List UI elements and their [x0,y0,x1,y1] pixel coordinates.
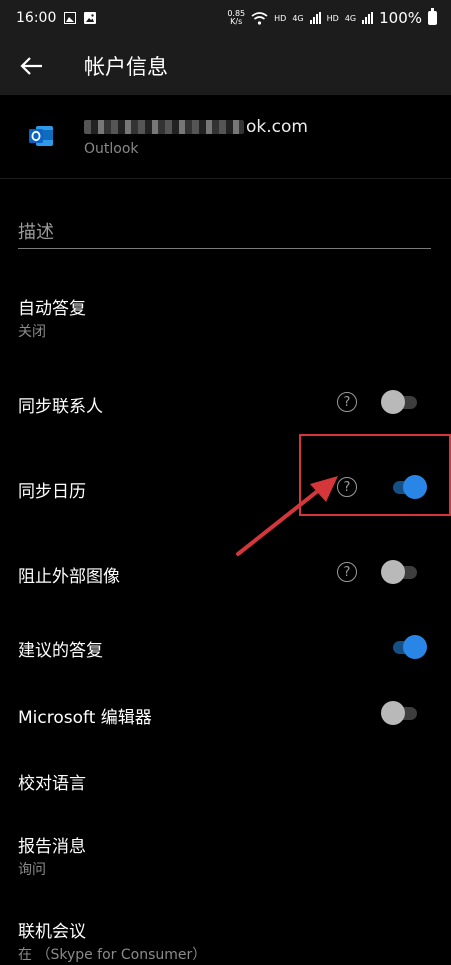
block-images-row: 阻止外部图像 ? [0,550,451,594]
online-meeting-label: 联机会议 [18,922,86,942]
status-time: 16:00 [16,10,57,26]
annotation-arrow-icon [236,476,338,556]
signal-icon-2 [362,12,374,24]
wifi-icon [251,11,268,25]
account-type: Outlook [84,141,139,157]
hd-badge-1: HD [274,13,287,23]
page-title: 帐户信息 [84,54,168,79]
auto-reply-value: 关闭 [18,324,46,340]
battery-icon [428,8,437,25]
suggested-replies-label: 建议的答复 [18,641,103,661]
report-message-label: 报告消息 [18,837,86,857]
report-message-row[interactable]: 报告消息 询问 [0,828,451,886]
account-header: ok.com Outlook [0,95,451,179]
sync-contacts-row: 同步联系人 ? [0,380,451,424]
proofing-language-row[interactable]: 校对语言 [0,757,451,801]
suggested-replies-row: 建议的答复 [0,626,451,670]
editor-toggle[interactable] [381,701,419,725]
sync-contacts-label: 同步联系人 [18,397,103,417]
battery-percent: 100% [379,9,422,27]
online-meeting-value: 在 （Skype for Consumer） [18,947,207,963]
suggested-replies-toggle[interactable] [389,635,427,659]
block-images-label: 阻止外部图像 [18,567,120,587]
account-email: ok.com [84,117,308,137]
online-meeting-row[interactable]: 联机会议 在 （Skype for Consumer） [0,913,451,965]
description-field[interactable]: 描述 [18,218,431,249]
help-icon[interactable]: ? [337,562,357,582]
auto-reply-row[interactable]: 自动答复 关闭 [0,290,451,348]
back-button[interactable] [0,36,64,95]
sync-calendar-label: 同步日历 [18,482,86,502]
back-arrow-icon [20,56,42,75]
gallery-icon [84,12,97,24]
signal-4g-1: 4G [292,13,304,23]
app-bar: 帐户信息 [0,36,451,95]
sync-contacts-toggle[interactable] [381,390,419,414]
signal-4g-2: 4G [344,13,357,23]
editor-row: Microsoft 编辑器 [0,691,451,735]
signal-icon [309,12,321,24]
auto-reply-label: 自动答复 [18,299,86,319]
outlook-icon [29,126,53,146]
report-message-value: 询问 [18,862,46,878]
block-images-toggle[interactable] [381,560,419,584]
redacted-text [84,120,244,134]
proofing-language-label: 校对语言 [18,774,86,794]
help-icon[interactable]: ? [337,392,357,412]
editor-label: Microsoft 编辑器 [18,708,152,728]
hd-badge-2: HD [326,13,339,23]
net-speed: 0.85 K/s [227,9,246,26]
status-bar: 16:00 0.85 K/s HD 4G HD 4G 100% [0,0,451,36]
image-icon [64,12,77,24]
